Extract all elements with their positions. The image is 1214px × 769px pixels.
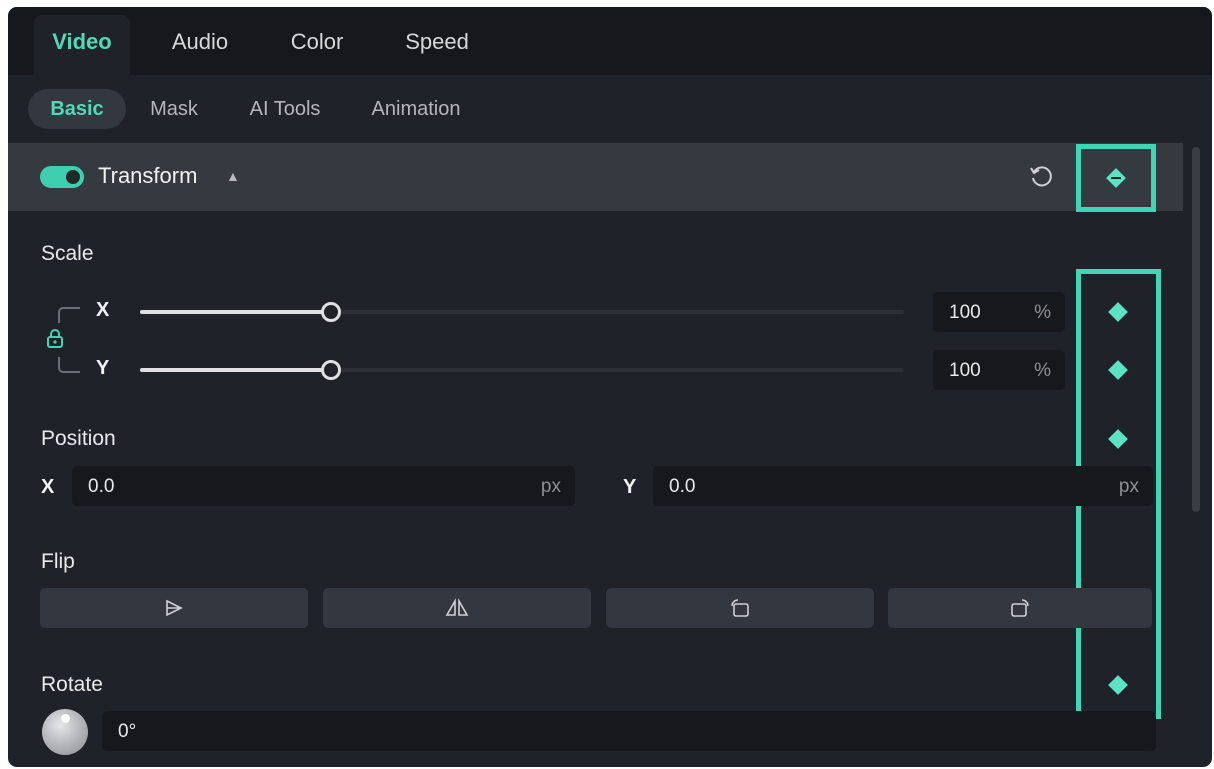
transform-title: Transform xyxy=(98,163,198,188)
flip-horizontal-icon xyxy=(166,599,183,617)
tab-color[interactable]: Color xyxy=(274,15,360,75)
position-x-unit: px xyxy=(540,476,561,497)
rotate-right-button[interactable] xyxy=(888,588,1152,628)
subtab-animation[interactable]: Animation xyxy=(360,89,472,129)
position-y-unit: px xyxy=(1118,476,1139,497)
dial-indicator xyxy=(61,714,70,723)
scale-x-label: X xyxy=(96,299,110,321)
scrollbar[interactable] xyxy=(1192,147,1200,512)
transform-section-header: Transform ▲ xyxy=(8,143,1183,211)
scale-x-unit: % xyxy=(1034,302,1051,323)
rotate-value: 0° xyxy=(118,721,137,742)
lock-bracket-bottom xyxy=(58,357,80,373)
rotate-label: Rotate xyxy=(41,673,103,696)
rotate-left-button[interactable] xyxy=(606,588,874,628)
lock-bracket-top xyxy=(58,307,80,323)
scale-y-unit: % xyxy=(1034,360,1051,381)
collapse-caret-icon[interactable]: ▲ xyxy=(226,168,240,184)
scale-y-fill xyxy=(140,368,331,372)
flip-label: Flip xyxy=(41,550,75,573)
scale-y-thumb[interactable] xyxy=(321,360,341,380)
tab-video[interactable]: Video xyxy=(34,15,130,75)
position-x-label: X xyxy=(41,476,55,498)
position-y-value: 0.0 xyxy=(669,476,696,497)
scale-x-value: 100 xyxy=(949,302,981,323)
reset-icon[interactable] xyxy=(1028,163,1054,194)
scale-label: Scale xyxy=(41,242,94,265)
flip-horizontal-button[interactable] xyxy=(40,588,308,628)
properties-panel: Video Audio Color Speed Basic Mask AI To… xyxy=(8,7,1212,767)
lock-icon[interactable] xyxy=(46,329,64,354)
scale-y-field[interactable]: 100 % xyxy=(933,350,1065,390)
position-y-label: Y xyxy=(623,476,637,498)
rotate-right-icon xyxy=(1011,599,1029,617)
position-x-value: 0.0 xyxy=(88,476,115,497)
scale-y-value: 100 xyxy=(949,360,981,381)
subtab-basic[interactable]: Basic xyxy=(28,89,126,129)
add-keyframe-icon[interactable] xyxy=(1106,168,1126,188)
position-label: Position xyxy=(41,427,116,450)
scale-y-label: Y xyxy=(96,357,110,379)
toggle-knob xyxy=(66,170,80,184)
flip-vertical-icon xyxy=(445,598,469,616)
position-y-field[interactable]: 0.0 px xyxy=(653,466,1153,506)
tab-speed[interactable]: Speed xyxy=(391,15,483,75)
top-tab-bar: Video Audio Color Speed xyxy=(8,7,1212,75)
rotate-field[interactable]: 0° xyxy=(102,711,1156,751)
flip-vertical-button[interactable] xyxy=(323,588,591,628)
keyframe-header-highlight xyxy=(1076,144,1156,212)
rotate-dial[interactable] xyxy=(42,709,88,755)
subtab-mask[interactable]: Mask xyxy=(140,89,208,129)
position-x-field[interactable]: 0.0 px xyxy=(72,466,575,506)
transform-toggle[interactable] xyxy=(40,166,84,188)
scale-x-field[interactable]: 100 % xyxy=(933,292,1065,332)
subtab-ai-tools[interactable]: AI Tools xyxy=(238,89,332,129)
scale-x-thumb[interactable] xyxy=(321,302,341,322)
tab-audio[interactable]: Audio xyxy=(154,15,246,75)
rotate-left-icon xyxy=(731,599,749,617)
scale-x-fill xyxy=(140,310,331,314)
